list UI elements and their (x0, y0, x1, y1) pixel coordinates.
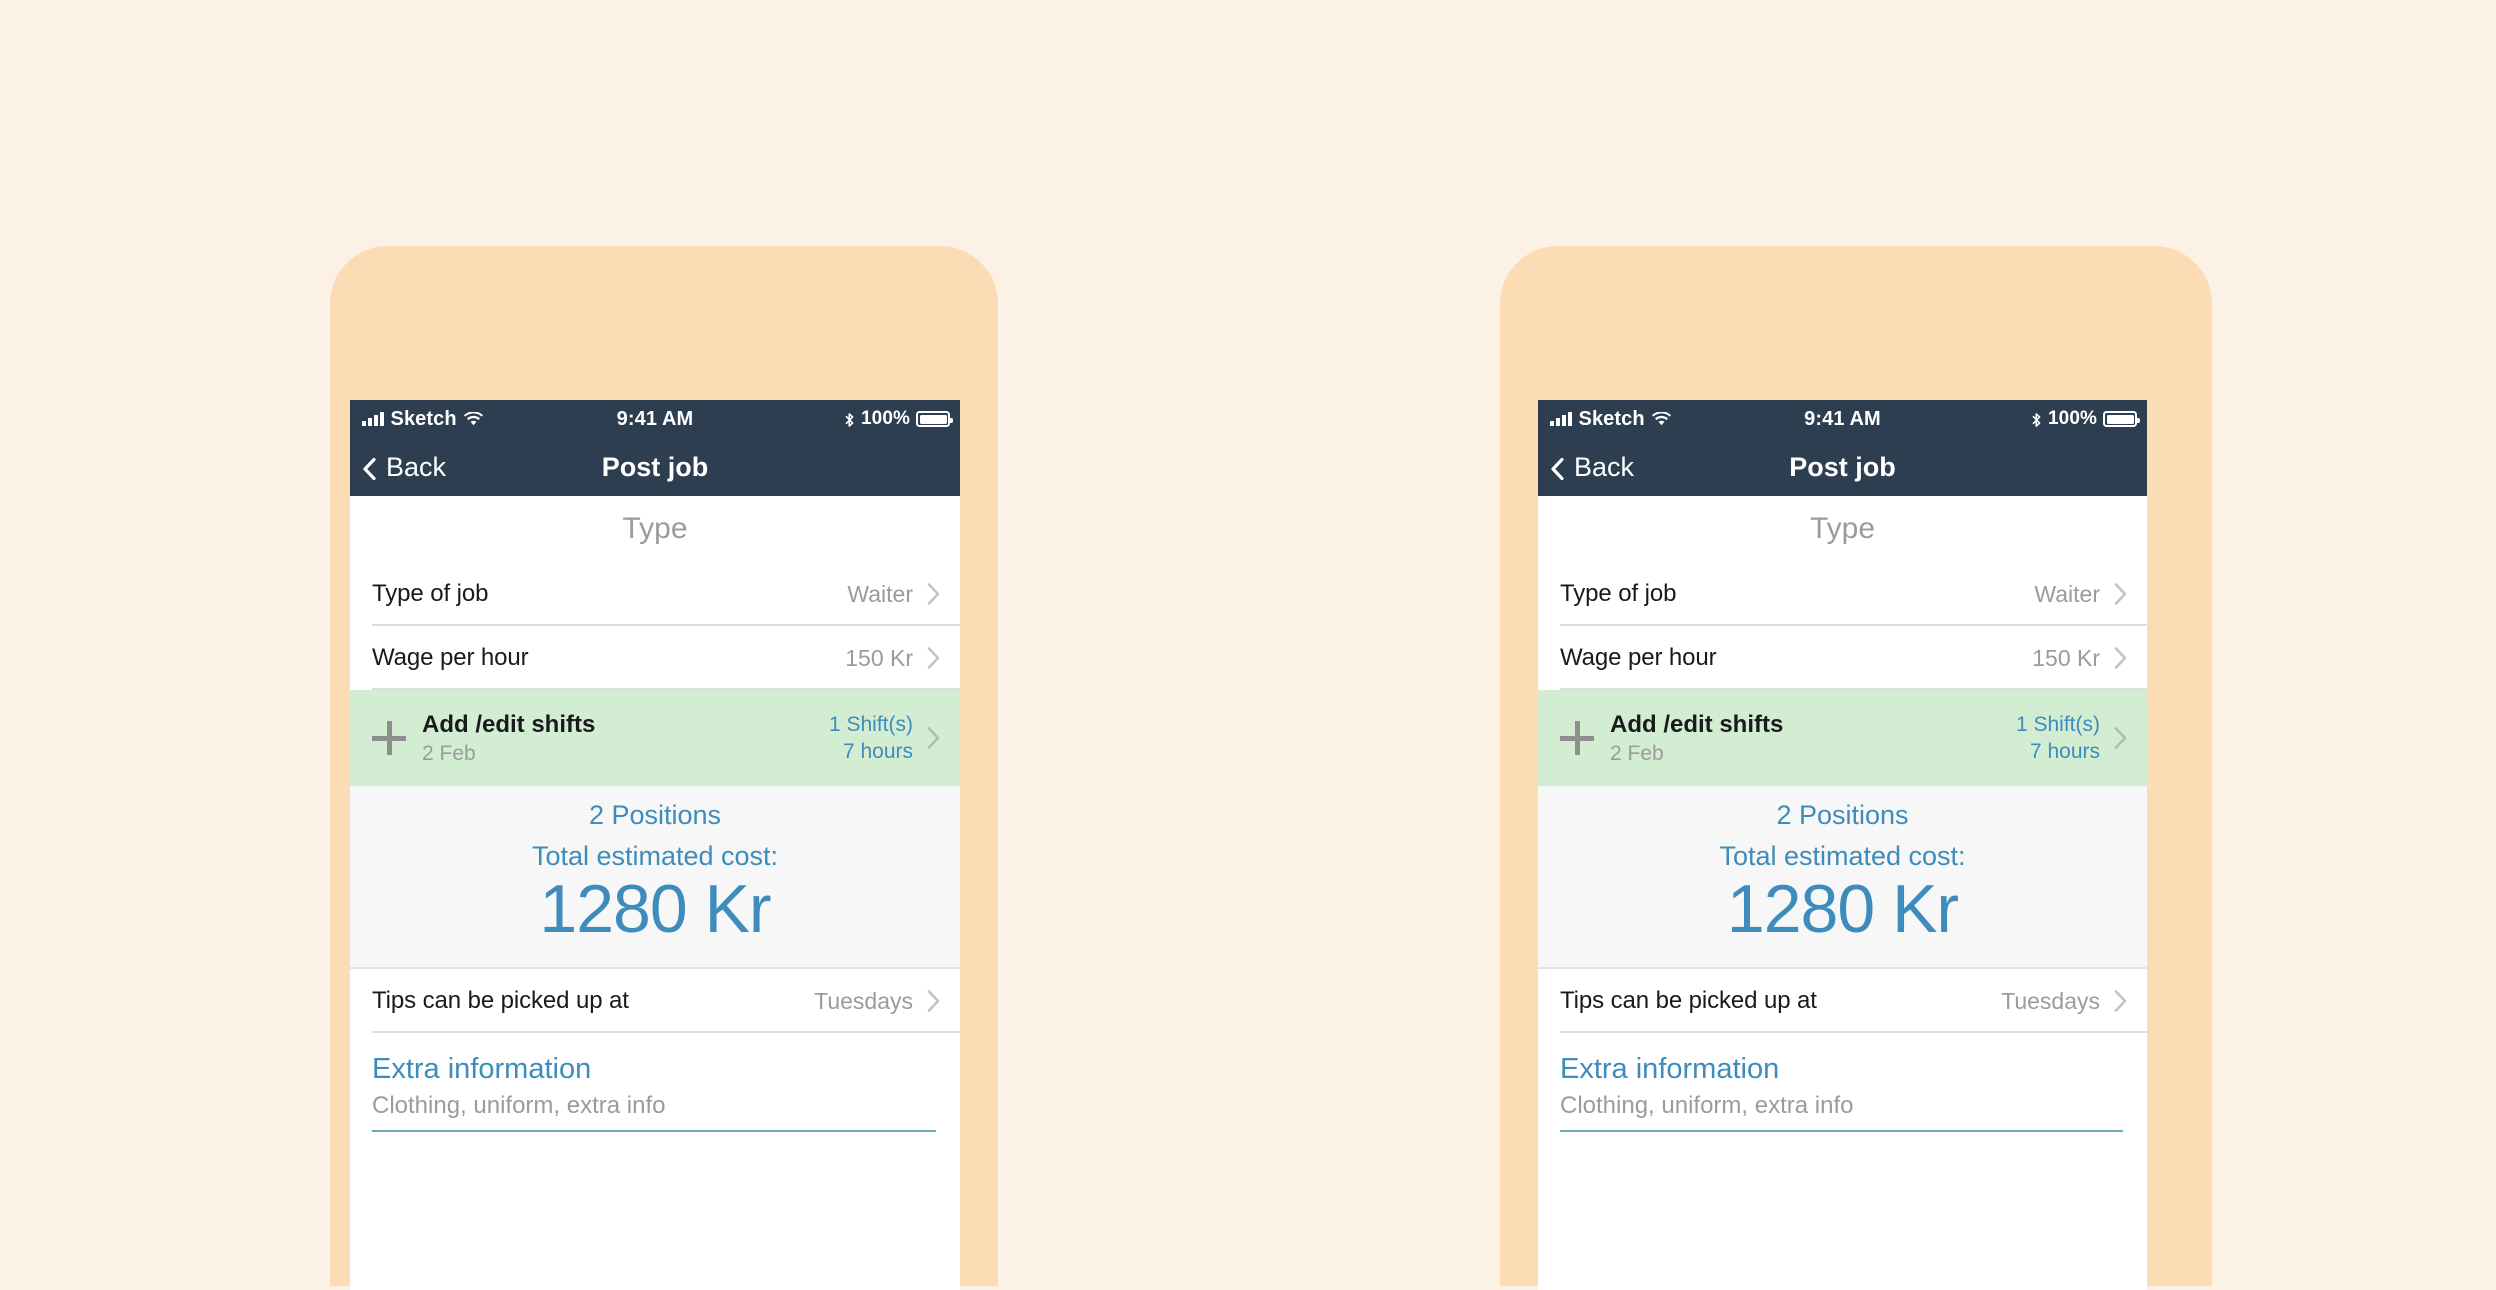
row-value: 150 Kr (845, 644, 913, 671)
battery-percent-label: 100% (2048, 408, 2097, 429)
extra-information-section: Extra information Clothing, uniform, ext… (350, 1033, 960, 1133)
row-tips-pickup[interactable]: Tips can be picked up at Tuesdays (1538, 969, 2147, 1034)
cost-summary-panel: 2 Positions Total estimated cost: 1280 K… (350, 786, 960, 970)
chevron-right-icon (927, 727, 940, 749)
row-value: 150 Kr (2032, 644, 2100, 671)
status-bar: Sketch 9:41 AM 100% (350, 400, 960, 438)
chevron-right-icon (927, 583, 940, 605)
plus-icon (372, 721, 406, 755)
phone-mockup-left: Sketch 9:41 AM 100% Back Post job Type T… (330, 246, 998, 1290)
total-cost-amount: 1280 Kr (539, 871, 771, 947)
bluetooth-icon (2031, 411, 2042, 427)
shifts-hours: 7 hours (842, 739, 913, 763)
navigation-bar: Back Post job (350, 438, 960, 496)
chevron-right-icon (927, 990, 940, 1013)
row-value: Waiter (2034, 580, 2100, 607)
row-label: Tips can be picked up at (1560, 987, 1817, 1015)
positions-count: 2 Positions (1776, 800, 1909, 830)
bluetooth-icon (844, 411, 855, 427)
shifts-subtitle: 2 Feb (422, 741, 476, 765)
total-cost-label: Total estimated cost: (1719, 841, 1966, 871)
status-bar-right: 100% (2031, 408, 2140, 430)
section-header-type: Type (350, 496, 960, 562)
navigation-bar: Back Post job (1538, 438, 2147, 496)
chevron-right-icon (2114, 583, 2127, 605)
extra-information-title: Extra information (1560, 1053, 1780, 1086)
row-label: Type of job (372, 580, 489, 607)
shifts-title: Add /edit shifts (422, 710, 596, 738)
row-value: Waiter (847, 580, 913, 607)
battery-full-icon (916, 411, 953, 427)
row-label: Wage per hour (1560, 644, 1717, 671)
cost-summary-panel: 2 Positions Total estimated cost: 1280 K… (1538, 786, 2147, 970)
extra-information-input[interactable]: Clothing, uniform, extra info (1560, 1092, 2125, 1130)
app-screen-left: Sketch 9:41 AM 100% Back Post job Type T… (350, 400, 960, 1290)
extra-information-title: Extra information (372, 1053, 592, 1086)
row-value: Tuesdays (2001, 987, 2100, 1014)
phone-mockup-right: Sketch 9:41 AM 100% Back Post job Type T… (1500, 246, 2212, 1290)
bottom-spacer (1538, 1132, 2147, 1163)
status-bar: Sketch 9:41 AM 100% (1538, 400, 2147, 438)
chevron-right-icon (2114, 727, 2127, 749)
chevron-right-icon (2114, 990, 2127, 1013)
extra-information-input[interactable]: Clothing, uniform, extra info (372, 1092, 938, 1130)
plus-icon (1560, 721, 1594, 755)
shifts-subtitle: 2 Feb (1610, 741, 1664, 765)
row-separator (1560, 1031, 2147, 1034)
row-separator (372, 1031, 960, 1034)
row-label: Tips can be picked up at (372, 987, 629, 1015)
row-label: Type of job (1560, 580, 1677, 607)
total-cost-amount: 1280 Kr (1726, 871, 1959, 947)
shifts-value-block: 1 Shift(s) 7 hours (2016, 713, 2100, 764)
positions-count: 2 Positions (588, 800, 722, 830)
row-type-of-job[interactable]: Type of job Waiter (1538, 562, 2147, 626)
screenshot-stage: Sketch 9:41 AM 100% Back Post job Type T… (0, 0, 2496, 1290)
shifts-hours: 7 hours (2029, 739, 2100, 763)
row-wage-per-hour[interactable]: Wage per hour 150 Kr (350, 626, 960, 690)
battery-percent-label: 100% (861, 408, 910, 429)
row-wage-per-hour[interactable]: Wage per hour 150 Kr (1538, 626, 2147, 690)
shifts-title: Add /edit shifts (1610, 710, 1784, 738)
section-header-type: Type (1538, 496, 2147, 562)
row-add-edit-shifts[interactable]: Add /edit shifts 2 Feb 1 Shift(s) 7 hour… (350, 690, 960, 786)
row-value: Tuesdays (814, 987, 913, 1014)
shifts-value-block: 1 Shift(s) 7 hours (829, 713, 913, 764)
app-screen-right: Sketch 9:41 AM 100% Back Post job Type T… (1538, 400, 2147, 1290)
shifts-count: 1 Shift(s) (828, 712, 913, 736)
row-type-of-job[interactable]: Type of job Waiter (350, 562, 960, 626)
row-tips-pickup[interactable]: Tips can be picked up at Tuesdays (350, 969, 960, 1034)
page-title: Post job (1789, 451, 1896, 482)
chevron-right-icon (2114, 647, 2127, 669)
bottom-spacer (350, 1132, 960, 1163)
extra-information-section: Extra information Clothing, uniform, ext… (1538, 1033, 2147, 1133)
battery-full-icon (2103, 411, 2140, 427)
total-cost-label: Total estimated cost: (531, 841, 779, 871)
page-title: Post job (601, 451, 709, 482)
shifts-text-block: Add /edit shifts 2 Feb (1610, 711, 2016, 766)
shifts-count: 1 Shift(s) (2015, 712, 2100, 736)
chevron-right-icon (927, 647, 940, 669)
status-bar-right: 100% (844, 408, 953, 430)
row-label: Wage per hour (372, 644, 529, 671)
shifts-text-block: Add /edit shifts 2 Feb (422, 711, 829, 766)
row-add-edit-shifts[interactable]: Add /edit shifts 2 Feb 1 Shift(s) 7 hour… (1538, 690, 2147, 786)
